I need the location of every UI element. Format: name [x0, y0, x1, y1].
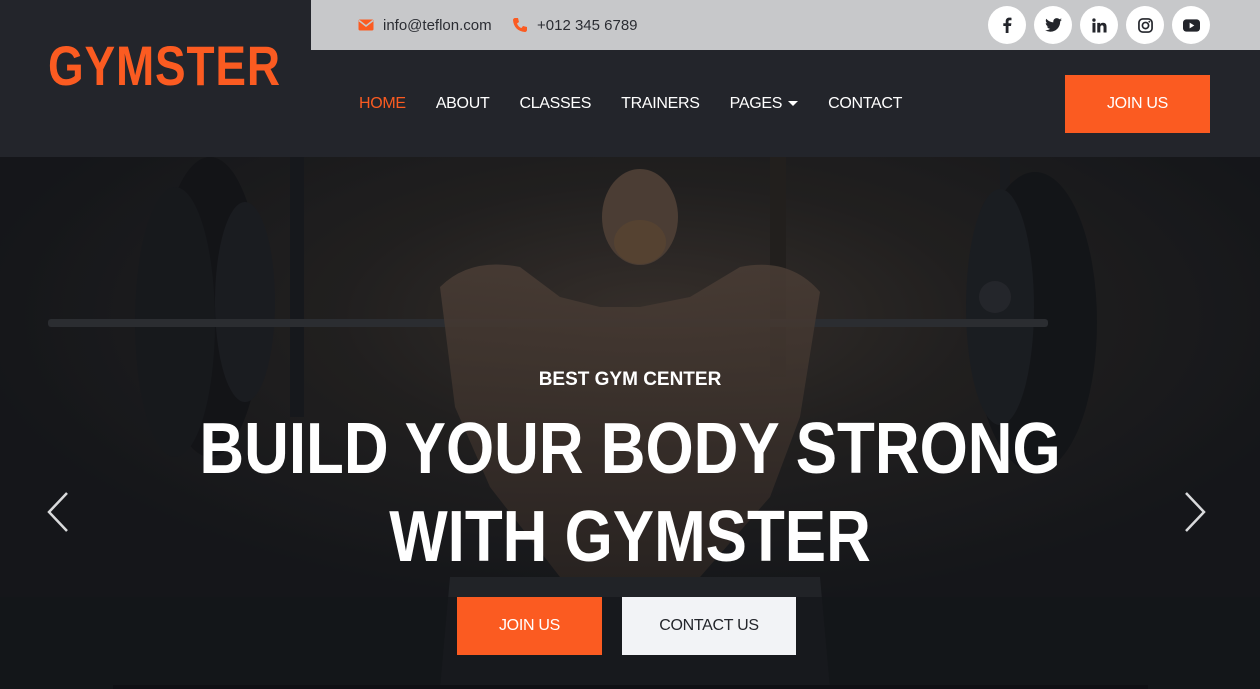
social-links	[988, 6, 1210, 44]
phone-contact[interactable]: +012 345 6789	[512, 0, 638, 50]
brand-block: GYMSTER	[0, 0, 311, 157]
instagram-icon	[1137, 17, 1153, 33]
carousel-indicator[interactable]	[802, 685, 1148, 689]
hero-title-line-1: BUILD YOUR BODY STRONG	[199, 409, 1061, 489]
hero-title: BUILD YOUR BODY STRONG WITH GYMSTER	[88, 405, 1172, 581]
email-contact[interactable]: info@teflon.com	[358, 0, 492, 50]
twitter-button[interactable]	[1034, 6, 1072, 44]
carousel-prev-icon[interactable]	[45, 491, 71, 533]
join-us-button[interactable]: JOIN US	[1065, 75, 1210, 133]
phone-icon	[513, 18, 527, 32]
instagram-button[interactable]	[1126, 6, 1164, 44]
hero-join-us-button[interactable]: JOIN US	[457, 597, 602, 655]
phone-text: +012 345 6789	[537, 16, 638, 34]
caret-down-icon	[788, 101, 799, 106]
linkedin-icon	[1091, 17, 1107, 33]
facebook-button[interactable]	[988, 6, 1026, 44]
youtube-icon	[1182, 18, 1200, 32]
nav-item-trainers[interactable]: TRAINERS	[621, 95, 700, 113]
hero-subtitle: BEST GYM CENTER	[538, 369, 722, 390]
brand-logo[interactable]: GYMSTER	[48, 33, 281, 98]
hero-carousel: BEST GYM CENTER BUILD YOUR BODY STRONG W…	[0, 157, 1260, 689]
nav-item-contact[interactable]: CONTACT	[828, 95, 902, 113]
linkedin-button[interactable]	[1080, 6, 1118, 44]
nav-item-pages[interactable]: PAGES	[729, 94, 799, 113]
hero-title-line-2: WITH GYMSTER	[389, 497, 871, 577]
hero-contact-us-button[interactable]: CONTACT US	[622, 597, 796, 655]
carousel-indicator[interactable]	[112, 685, 458, 689]
main-navbar: HOME ABOUT CLASSES TRAINERS PAGES CONTAC…	[311, 50, 1260, 157]
nav-menu: HOME ABOUT CLASSES TRAINERS PAGES CONTAC…	[359, 50, 902, 157]
youtube-button[interactable]	[1172, 6, 1210, 44]
nav-item-pages-label: PAGES	[729, 94, 783, 112]
carousel-indicator[interactable]	[457, 685, 803, 689]
envelope-icon	[358, 19, 374, 31]
email-text: info@teflon.com	[383, 16, 492, 34]
nav-item-about[interactable]: ABOUT	[436, 95, 490, 113]
carousel-indicators	[0, 685, 1260, 689]
twitter-icon	[1044, 18, 1062, 32]
nav-item-home[interactable]: HOME	[359, 95, 406, 113]
nav-item-classes[interactable]: CLASSES	[519, 95, 591, 113]
topbar: info@teflon.com +012 345 6789	[311, 0, 1260, 50]
carousel-next-icon[interactable]	[1182, 491, 1208, 533]
facebook-icon	[1003, 17, 1012, 33]
